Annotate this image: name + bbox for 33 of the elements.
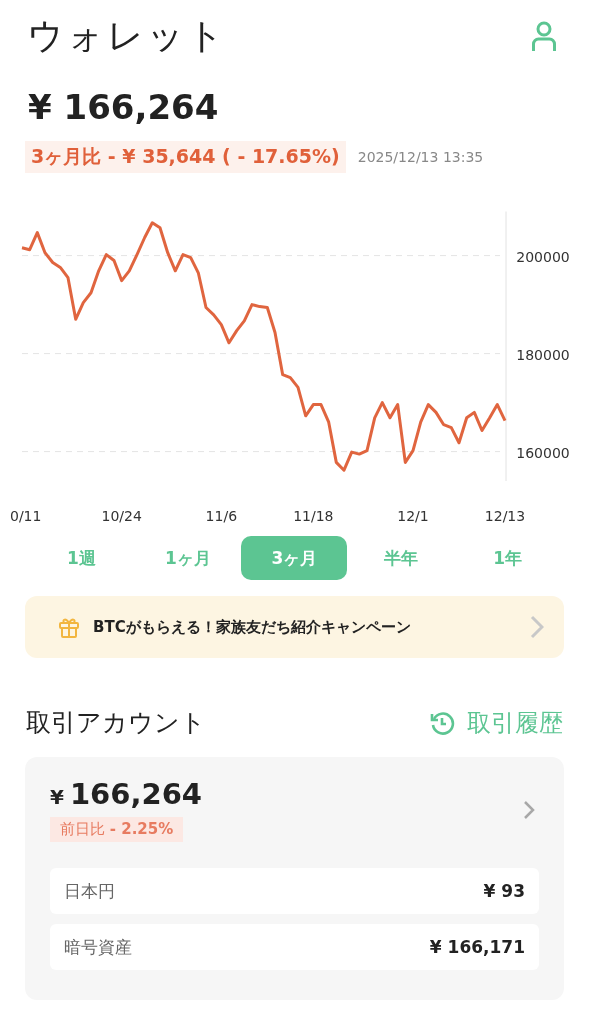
- period-tab[interactable]: 3ヶ月: [241, 536, 348, 580]
- asset-label: 暗号資産: [64, 935, 132, 959]
- section-title: 取引アカウント: [26, 707, 206, 739]
- y-axis-label: 160000: [516, 444, 570, 461]
- period-tab[interactable]: 1週: [28, 536, 135, 580]
- y-axis-label: 180000: [516, 346, 570, 363]
- total-balance: ¥ 166,264: [27, 86, 220, 127]
- history-link[interactable]: 取引履歴: [429, 706, 563, 739]
- x-axis-label: 12/13: [484, 508, 526, 524]
- account-balance: ¥ 166,264: [50, 777, 202, 811]
- x-axis-label: 11/6: [205, 508, 238, 524]
- page-title: ウォレット: [27, 14, 227, 58]
- period-tab[interactable]: 半年: [348, 536, 455, 580]
- asset-value: ¥ 93: [483, 881, 525, 901]
- x-axis-label: 10/24: [101, 508, 142, 524]
- asset-label: 日本円: [64, 879, 115, 903]
- account-card[interactable]: ¥ 166,264 前日比 - 2.25% 日本円 ¥ 93 暗号資産 ¥ 166,171: [25, 757, 564, 1000]
- chevron-icon: [523, 799, 535, 820]
- timestamp: 2025/12/13 13:35: [357, 149, 484, 165]
- history-icon: [429, 709, 455, 736]
- x-axis-label: 0/11: [10, 508, 42, 524]
- period-tab[interactable]: 1ヶ月: [134, 536, 241, 580]
- chevron-icon: [530, 615, 544, 639]
- asset-value: ¥ 166,171: [429, 937, 525, 957]
- y-axis-label: 200000: [516, 248, 570, 265]
- change-badge: 3ヶ月比 - ¥ 35,644 ( - 17.65%): [25, 141, 346, 173]
- profile-icon[interactable]: [531, 20, 557, 53]
- period-tab[interactable]: 1年: [454, 536, 561, 580]
- x-axis-label: 11/18: [293, 508, 334, 524]
- banner-text: BTCがもらえる！家族友だち紹介キャンペーン: [93, 617, 412, 637]
- campaign-banner[interactable]: BTCがもらえる！家族友だち紹介キャンペーン: [25, 596, 564, 658]
- x-axis-label: 12/1: [397, 508, 429, 524]
- daily-change-badge: 前日比 - 2.25%: [50, 817, 184, 842]
